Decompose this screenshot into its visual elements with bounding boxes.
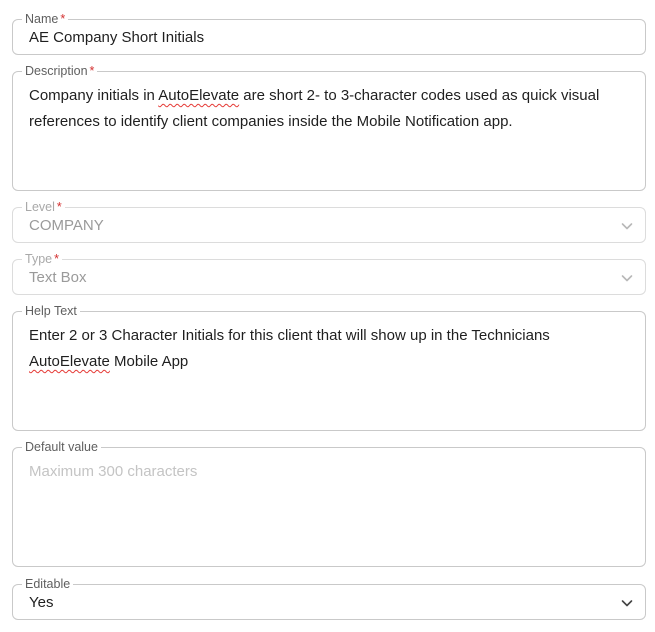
misspelled-word[interactable]: AutoElevate: [158, 87, 239, 104]
help-text-field[interactable]: Help Text Enter 2 or 3 Character Initial…: [12, 303, 646, 431]
required-marker: *: [56, 200, 62, 214]
required-marker: *: [54, 252, 59, 266]
default-value-textarea[interactable]: Maximum 300 characters: [29, 459, 631, 485]
editable-value: Yes: [29, 594, 54, 611]
level-label: Level *: [22, 199, 65, 215]
type-value: Text Box: [29, 269, 87, 286]
misspelled-word[interactable]: AutoElevate: [29, 353, 110, 370]
required-marker: *: [89, 64, 95, 78]
default-value-label: Default value: [22, 439, 101, 455]
editable-label: Editable: [22, 576, 74, 592]
name-label: Name *: [22, 11, 69, 27]
chevron-down-icon: [619, 270, 635, 286]
required-marker: *: [60, 12, 66, 26]
type-select: Type * Text Box: [12, 251, 646, 295]
editable-select[interactable]: Editable Yes: [12, 576, 646, 620]
chevron-down-icon[interactable]: [619, 595, 635, 611]
level-select: Level * COMPANY: [12, 199, 646, 243]
description-textarea[interactable]: Company initials in AutoElevate are shor…: [29, 83, 631, 135]
type-label: Type *: [22, 251, 62, 267]
help-text-textarea[interactable]: Enter 2 or 3 Character Initials for this…: [29, 323, 631, 375]
description-label: Description *: [22, 63, 98, 79]
level-value: COMPANY: [29, 217, 104, 234]
name-input[interactable]: AE Company Short Initials: [29, 28, 605, 48]
help-text-label: Help Text: [22, 303, 80, 319]
chevron-down-icon: [619, 218, 635, 234]
name-field[interactable]: Name * AE Company Short Initials: [12, 11, 646, 55]
default-value-field[interactable]: Default value Maximum 300 characters: [12, 439, 646, 567]
description-field[interactable]: Description * Company initials in AutoEle…: [12, 63, 646, 191]
